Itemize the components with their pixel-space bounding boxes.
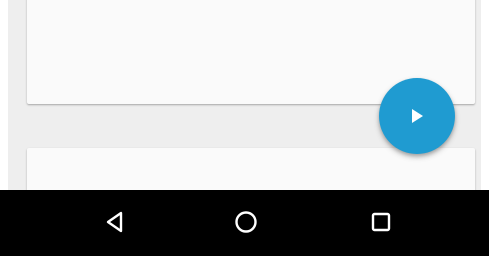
content-card-bottom[interactable] [27,148,475,190]
phone-screen [0,0,489,256]
play-fab-button[interactable] [379,78,455,154]
back-triangle-icon [106,211,123,233]
nav-back-button[interactable] [94,200,138,244]
recents-square-icon [371,212,391,232]
system-navigation-bar [0,190,489,256]
nav-home-button[interactable] [224,200,268,244]
home-circle-icon [235,211,257,233]
nav-recents-button[interactable] [359,200,403,244]
play-icon [412,109,423,123]
